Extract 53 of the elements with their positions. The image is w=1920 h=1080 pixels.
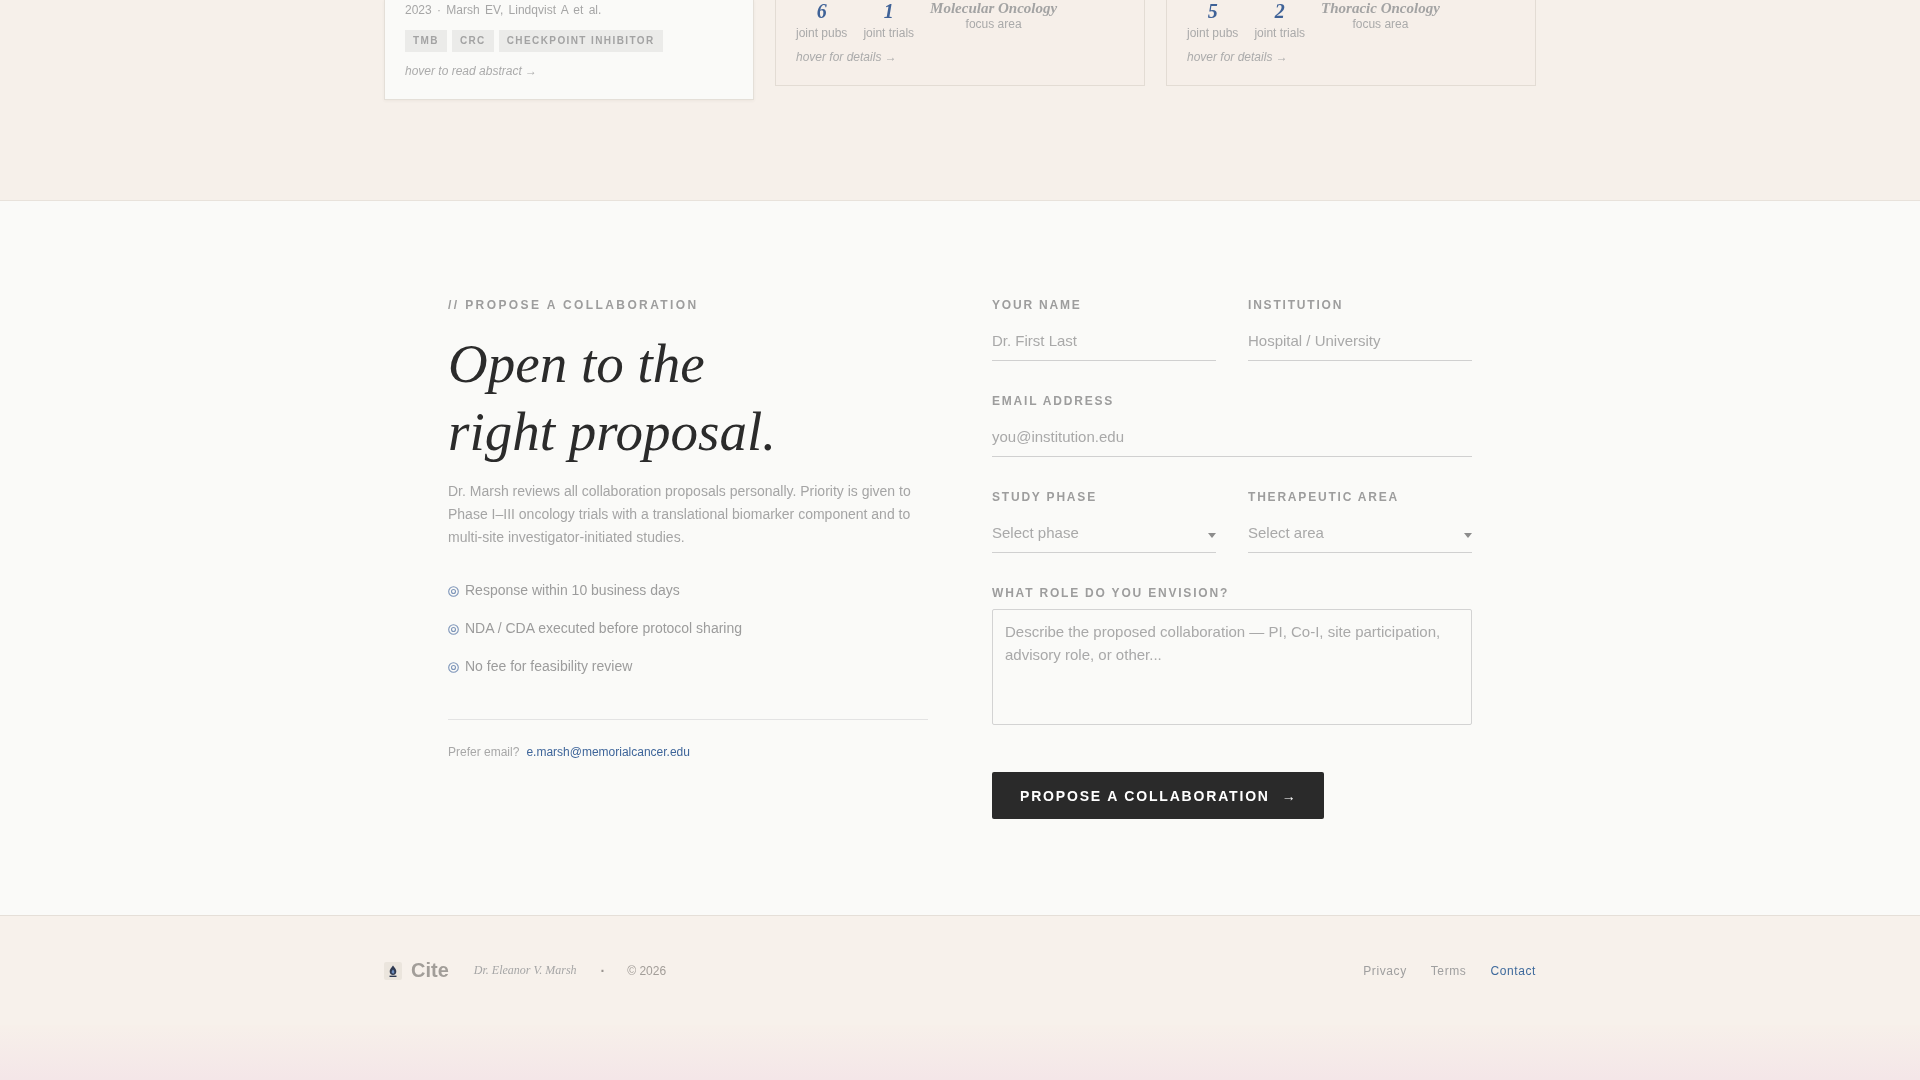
stat-label: joint pubs bbox=[1187, 25, 1239, 41]
stat-label: joint trials bbox=[1254, 25, 1306, 41]
focus-area-name: Molecular Oncology bbox=[930, 0, 1058, 16]
publication-meta: 2023 · Marsh EV, Lindqvist A et al. bbox=[405, 3, 602, 17]
topic-tag: CHECKPOINT INHIBITOR bbox=[498, 30, 663, 52]
submit-button[interactable]: PROPOSE A COLLABORATION → bbox=[992, 772, 1324, 819]
benefit-text: No fee for feasibility review bbox=[465, 657, 633, 676]
stat-label: joint trials bbox=[863, 25, 915, 41]
benefit-text: NDA / CDA executed before protocol sharing bbox=[465, 619, 743, 638]
topic-tag: CRC bbox=[451, 30, 494, 52]
footer-link[interactable]: Privacy bbox=[1363, 963, 1407, 978]
footer-link[interactable]: Terms bbox=[1430, 963, 1467, 978]
stat-value: 6 bbox=[816, 0, 827, 22]
hover-hint: hover to read abstract → bbox=[405, 63, 538, 79]
stat-value: 2 bbox=[1274, 0, 1285, 22]
copyright-text: © 2026 bbox=[627, 963, 667, 978]
separator-dot: · bbox=[600, 962, 606, 979]
input-field[interactable]: Hospital / University bbox=[1248, 321, 1472, 361]
field-label: THERAPEUTIC AREA bbox=[1248, 489, 1400, 505]
benefit-text: Response within 10 business days bbox=[465, 581, 680, 600]
section-description: Dr. Marsh reviews all collaboration proposals personally. Priority is given to Phase I–III oncology trials with a translational biomarker component and to multi-site investigator-initiated studies. bbox=[448, 482, 912, 547]
stat-value: 5 bbox=[1207, 0, 1218, 22]
focus-area-label: focus area bbox=[965, 16, 1022, 32]
hover-hint: hover for details → bbox=[1187, 49, 1288, 65]
select-field[interactable]: Select area bbox=[1248, 513, 1472, 553]
stat-label: joint pubs bbox=[796, 25, 848, 41]
flame-icon bbox=[384, 961, 402, 980]
brand-name: Cite bbox=[411, 959, 449, 982]
topic-tag: TMB bbox=[405, 30, 447, 52]
bullseye-icon bbox=[448, 624, 459, 635]
field-label: YOUR NAME bbox=[992, 297, 1082, 313]
caret-icon bbox=[1208, 532, 1216, 538]
section-eyebrow: // PROPOSE A COLLABORATION bbox=[448, 297, 699, 313]
focus-area-label: focus area bbox=[1352, 16, 1409, 32]
focus-area-name: Thoracic Oncology bbox=[1321, 0, 1440, 16]
email-link[interactable]: e.marsh@memorialcancer.edu bbox=[526, 744, 690, 760]
field-label: STUDY PHASE bbox=[992, 489, 1097, 505]
select-field[interactable]: Select phase bbox=[992, 513, 1216, 553]
field-label: WHAT ROLE DO YOU ENVISION? bbox=[992, 585, 1230, 601]
bullseye-icon bbox=[448, 662, 459, 673]
stat-value: 1 bbox=[883, 0, 894, 22]
input-field[interactable]: you@institution.edu bbox=[992, 417, 1472, 457]
field-label: INSTITUTION bbox=[1248, 297, 1344, 313]
textarea-field[interactable]: Describe the proposed collaboration — PI, Co-I, site participation, advisory role, or other... bbox=[992, 609, 1472, 725]
bullseye-icon bbox=[448, 586, 459, 597]
author-name: Dr. Eleanor V. Marsh bbox=[473, 963, 577, 978]
footer-link[interactable]: Contact bbox=[1490, 963, 1536, 978]
email-prompt: Prefer email? bbox=[448, 744, 520, 760]
caret-icon bbox=[1464, 532, 1472, 538]
field-label: EMAIL ADDRESS bbox=[992, 393, 1115, 409]
input-field[interactable]: Dr. First Last bbox=[992, 321, 1216, 361]
section-heading: Open to the right proposal. bbox=[448, 332, 777, 464]
hover-hint: hover for details → bbox=[796, 49, 897, 65]
